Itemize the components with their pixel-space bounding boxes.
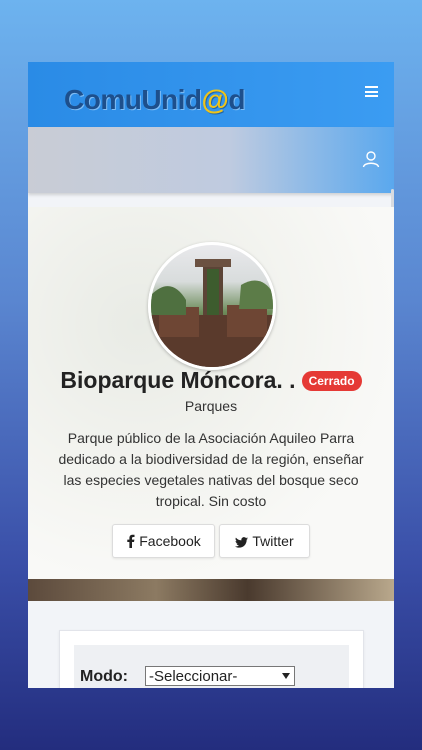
mode-label: Modo: <box>80 668 128 685</box>
mode-select-value: -Seleccionar- <box>149 668 238 685</box>
place-category: Parques <box>184 398 238 414</box>
twitter-icon <box>235 537 249 548</box>
facebook-icon <box>127 534 135 548</box>
app-screen: ComuUnid@d Bioparque Móncora. . Cerrado P… <box>28 62 394 688</box>
park-gate-image <box>151 259 273 367</box>
dropdown-arrow-icon <box>282 673 290 679</box>
top-nav-bar: ComuUnid@d <box>28 62 394 127</box>
place-avatar <box>148 242 276 370</box>
user-icon[interactable] <box>362 150 380 168</box>
place-title-row: Bioparque Móncora. . Cerrado <box>28 367 394 394</box>
facebook-button[interactable]: Facebook <box>112 524 215 558</box>
app-logo[interactable]: ComuUnid@d <box>64 84 245 116</box>
place-description: Parque público de la Asociación Aquileo … <box>58 430 364 509</box>
mode-select[interactable]: -Seleccionar- <box>145 666 295 686</box>
place-title: Bioparque Móncora. . <box>60 367 296 393</box>
status-badge: Cerrado <box>301 370 362 391</box>
facebook-label: Facebook <box>139 533 201 549</box>
hero-background-strip <box>28 579 394 601</box>
sub-header-bar <box>28 127 394 193</box>
twitter-label: Twitter <box>252 533 294 549</box>
hamburger-menu-icon[interactable] <box>365 86 378 97</box>
twitter-button[interactable]: Twitter <box>219 524 310 558</box>
